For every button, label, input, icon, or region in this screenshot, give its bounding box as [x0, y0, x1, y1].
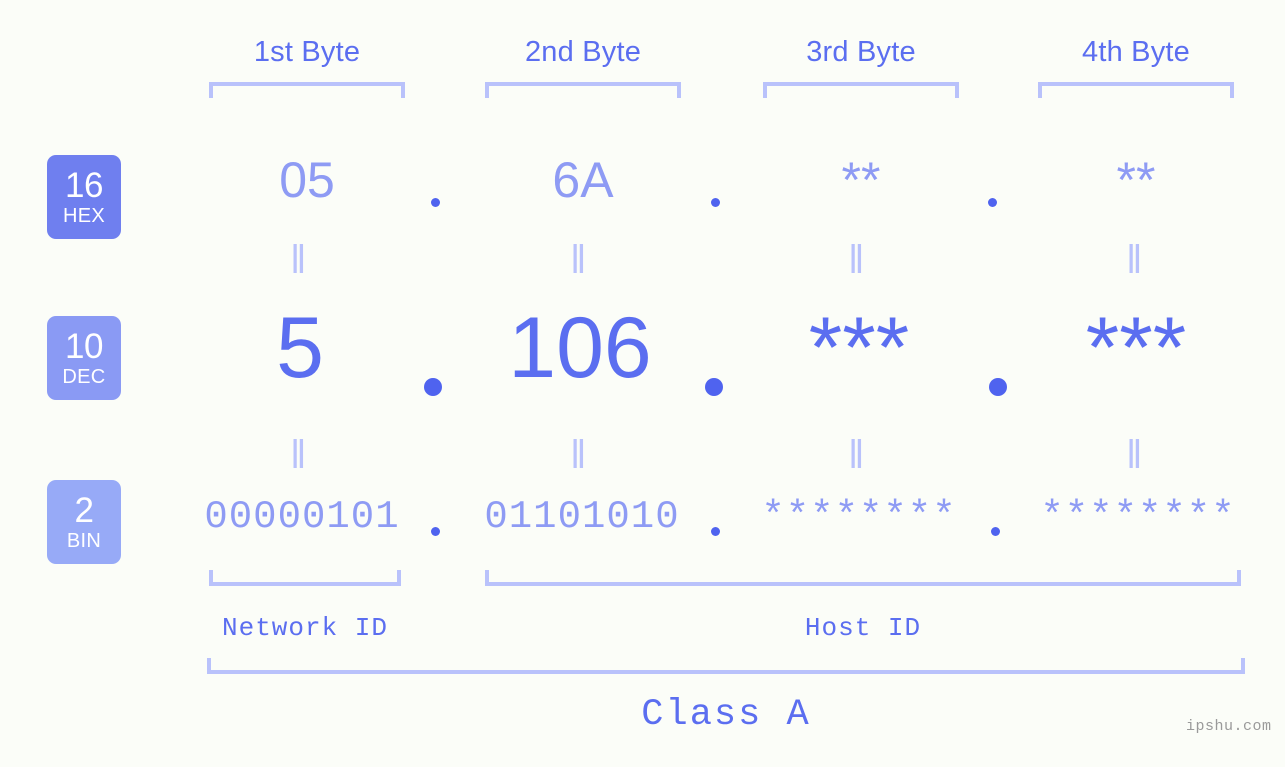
class-bracket	[207, 658, 1245, 674]
hex-octet-2: 6A	[552, 152, 614, 208]
site-watermark: ipshu.com	[1186, 718, 1272, 735]
dec-separator-dot-1	[424, 378, 442, 396]
radix-badge-dec-number: 10	[65, 327, 103, 366]
host-id-bracket	[485, 570, 1241, 586]
radix-badge-bin: 2 BIN	[47, 480, 121, 564]
hex-octet-1: 05	[279, 152, 335, 208]
dec-separator-dot-3	[989, 378, 1007, 396]
hex-separator-dot-3	[988, 198, 997, 207]
dec-octet-2: 106	[508, 300, 652, 396]
byte-bracket-top-2	[485, 82, 681, 98]
radix-badge-hex: 16 HEX	[47, 155, 121, 239]
dec-octet-3: ***	[808, 300, 910, 396]
network-id-label: Network ID	[221, 613, 389, 643]
equality-mark-decbin-3: ‖	[848, 433, 867, 477]
ip-byte-diagram: 1st Byte 2nd Byte 3rd Byte 4th Byte 16 H…	[0, 0, 1285, 767]
byte-header-label-4: 4th Byte	[1082, 36, 1190, 68]
byte-bracket-top-3	[763, 82, 959, 98]
equality-mark-decbin-4: ‖	[1126, 433, 1145, 477]
radix-badge-bin-name: BIN	[66, 530, 102, 552]
byte-bracket-top-1	[209, 82, 405, 98]
host-id-label: Host ID	[804, 613, 922, 643]
dec-octet-1: 5	[276, 300, 324, 396]
radix-badge-hex-number: 16	[65, 166, 103, 205]
equality-mark-decbin-1: ‖	[290, 433, 309, 477]
equality-mark-hexdec-1: ‖	[290, 238, 309, 282]
equality-mark-hexdec-2: ‖	[570, 238, 589, 282]
hex-separator-dot-1	[431, 198, 440, 207]
equality-mark-decbin-2: ‖	[570, 433, 589, 477]
hex-octet-3: **	[841, 152, 881, 208]
radix-badge-dec-name: DEC	[62, 366, 106, 388]
byte-header-label-1: 1st Byte	[253, 36, 361, 68]
equality-mark-hexdec-4: ‖	[1126, 238, 1145, 282]
byte-header-label-3: 3rd Byte	[806, 36, 916, 68]
bin-separator-dot-3	[991, 527, 1000, 536]
class-label: Class A	[641, 694, 811, 736]
hex-octet-4: **	[1116, 152, 1156, 208]
bin-separator-dot-1	[431, 527, 440, 536]
equality-mark-hexdec-3: ‖	[848, 238, 867, 282]
byte-bracket-top-4	[1038, 82, 1234, 98]
bin-separator-dot-2	[711, 527, 720, 536]
bin-octet-1: 00000101	[204, 495, 400, 539]
radix-badge-dec: 10 DEC	[47, 316, 121, 400]
radix-badge-hex-name: HEX	[62, 205, 106, 227]
bin-octet-2: 01101010	[484, 495, 680, 539]
radix-badge-bin-number: 2	[74, 491, 94, 530]
bin-octet-3: ********	[761, 495, 957, 539]
bin-octet-4: ********	[1040, 495, 1236, 539]
network-id-bracket	[209, 570, 401, 586]
hex-separator-dot-2	[711, 198, 720, 207]
dec-separator-dot-2	[705, 378, 723, 396]
dec-octet-4: ***	[1085, 300, 1187, 396]
byte-header-label-2: 2nd Byte	[524, 36, 642, 68]
